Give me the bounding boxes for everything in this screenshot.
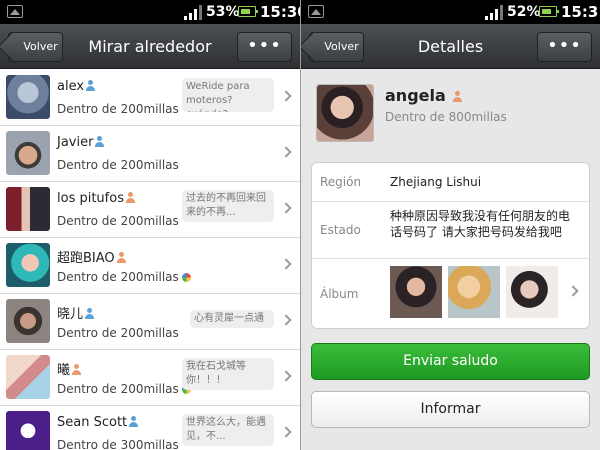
status-bubble: 心有灵犀一点通 xyxy=(190,310,274,328)
status-bubble: 世界这么大，能遇见，不... xyxy=(182,414,274,446)
back-button-label: Volver xyxy=(324,40,359,53)
female-icon xyxy=(71,364,82,375)
estado-value: 种种原因导致我没有任何朋友的电话号码了 请大家把号码发给我吧 xyxy=(390,209,571,239)
battery-icon xyxy=(238,6,258,17)
clock: 15:31 xyxy=(561,3,600,21)
nav-header: Volver Mirar alrededor ••• xyxy=(0,24,300,69)
status-bar: 52% 15:31 xyxy=(301,0,600,24)
estado-label: Estado xyxy=(320,223,361,237)
report-button[interactable]: Informar xyxy=(311,391,590,428)
chevron-right-icon xyxy=(280,146,292,158)
avatar xyxy=(6,243,50,287)
region-value: Zhejiang Lishui xyxy=(390,175,482,189)
distance-label: Dentro de 200millas xyxy=(57,382,191,396)
avatar xyxy=(6,411,50,450)
moments-icon xyxy=(181,273,191,282)
battery-percent: 53% xyxy=(206,4,240,20)
status-bubble: 过去的不再回来回来的不再... xyxy=(182,190,274,222)
contact-name: los pitufos xyxy=(57,191,136,206)
nav-header: Volver Detalles ••• xyxy=(301,24,600,69)
avatar xyxy=(6,355,50,399)
profile-avatar[interactable] xyxy=(316,84,374,142)
battery-icon xyxy=(539,6,559,17)
battery-percent: 52% xyxy=(507,4,541,20)
male-icon xyxy=(84,308,95,319)
avatar xyxy=(6,75,50,119)
list-item[interactable]: Javier Dentro de 200millas xyxy=(0,126,300,182)
details-screen: 52% 15:31 Volver Detalles ••• angela Den… xyxy=(300,0,600,450)
avatar xyxy=(6,131,50,175)
nearby-people-list: alex Dentro de 200millas WeRide para mot… xyxy=(0,70,300,450)
list-item[interactable]: los pitufos Dentro de 200millas 过去的不再回来回… xyxy=(0,182,300,238)
chevron-right-icon xyxy=(280,90,292,102)
list-item[interactable]: 超跑BIAO Dentro de 200millas xyxy=(0,238,300,294)
back-button[interactable]: Volver xyxy=(8,32,63,62)
album-photo[interactable] xyxy=(506,266,558,318)
status-bubble: 我在石戈城等你！！！ xyxy=(182,358,274,390)
list-item[interactable]: 晓儿 Dentro de 200millas 心有灵犀一点通 xyxy=(0,294,300,350)
male-icon xyxy=(128,416,139,427)
estado-row: Estado 种种原因导致我没有任何朋友的电话号码了 请大家把号码发给我吧 xyxy=(312,202,589,259)
chevron-right-icon xyxy=(280,426,292,438)
female-icon xyxy=(125,192,136,203)
distance-label: Dentro de 200millas xyxy=(57,326,179,340)
contact-name: 超跑BIAO xyxy=(57,247,127,266)
contact-name: alex xyxy=(57,79,96,94)
back-button-label: Volver xyxy=(23,40,58,53)
distance-label: Dentro de 300millas xyxy=(57,438,179,450)
chevron-right-icon xyxy=(280,202,292,214)
region-row: Región Zhejiang Lishui xyxy=(312,163,589,202)
avatar xyxy=(6,187,50,231)
profile-name: angela xyxy=(385,86,463,105)
chevron-right-icon xyxy=(280,370,292,382)
distance-label: Dentro de 200millas xyxy=(57,214,179,228)
signal-icon xyxy=(182,4,204,20)
back-button[interactable]: Volver xyxy=(309,32,364,62)
list-item[interactable]: 曦 Dentro de 200millas 我在石戈城等你！！！ xyxy=(0,350,300,406)
more-options-button[interactable]: ••• xyxy=(237,32,292,62)
send-greeting-button[interactable]: Enviar saludo xyxy=(311,343,590,380)
chevron-right-icon xyxy=(280,314,292,326)
album-photo[interactable] xyxy=(448,266,500,318)
distance-label: Dentro de 200millas xyxy=(57,270,191,284)
chevron-right-icon xyxy=(567,285,579,297)
list-item[interactable]: Sean Scott Dentro de 300millas 世界这么大，能遇见… xyxy=(0,406,300,450)
distance-label: Dentro de 200millas xyxy=(57,102,179,116)
album-row[interactable]: Álbum xyxy=(312,259,589,329)
image-notification-icon xyxy=(7,5,23,18)
signal-icon xyxy=(483,4,505,20)
contact-name: 曦 xyxy=(57,359,82,378)
male-icon xyxy=(94,136,105,147)
status-bubble: WeRide para moteros?cuándo?... xyxy=(182,78,274,112)
contact-name: Sean Scott xyxy=(57,415,139,430)
list-item[interactable]: alex Dentro de 200millas WeRide para mot… xyxy=(0,70,300,126)
chevron-right-icon xyxy=(280,258,292,270)
region-label: Región xyxy=(320,175,362,189)
clock: 15:30 xyxy=(260,3,300,21)
more-options-button[interactable]: ••• xyxy=(537,32,592,62)
details-card: Región Zhejiang Lishui Estado 种种原因导致我没有任… xyxy=(311,162,590,329)
album-photo[interactable] xyxy=(390,266,442,318)
contact-name: 晓儿 xyxy=(57,303,95,322)
distance-label: Dentro de 200millas xyxy=(57,158,179,172)
status-bar: 53% 15:30 xyxy=(0,0,300,24)
contact-name: Javier xyxy=(57,135,105,150)
male-icon xyxy=(85,80,96,91)
profile-summary: angela Dentro de 800millas xyxy=(316,84,590,144)
image-notification-icon xyxy=(308,5,324,18)
nearby-screen: 53% 15:30 Volver Mirar alrededor ••• ale… xyxy=(0,0,300,450)
album-label: Álbum xyxy=(320,287,359,301)
profile-distance: Dentro de 800millas xyxy=(385,110,507,124)
female-icon xyxy=(452,91,463,102)
avatar xyxy=(6,299,50,343)
female-icon xyxy=(116,252,127,263)
